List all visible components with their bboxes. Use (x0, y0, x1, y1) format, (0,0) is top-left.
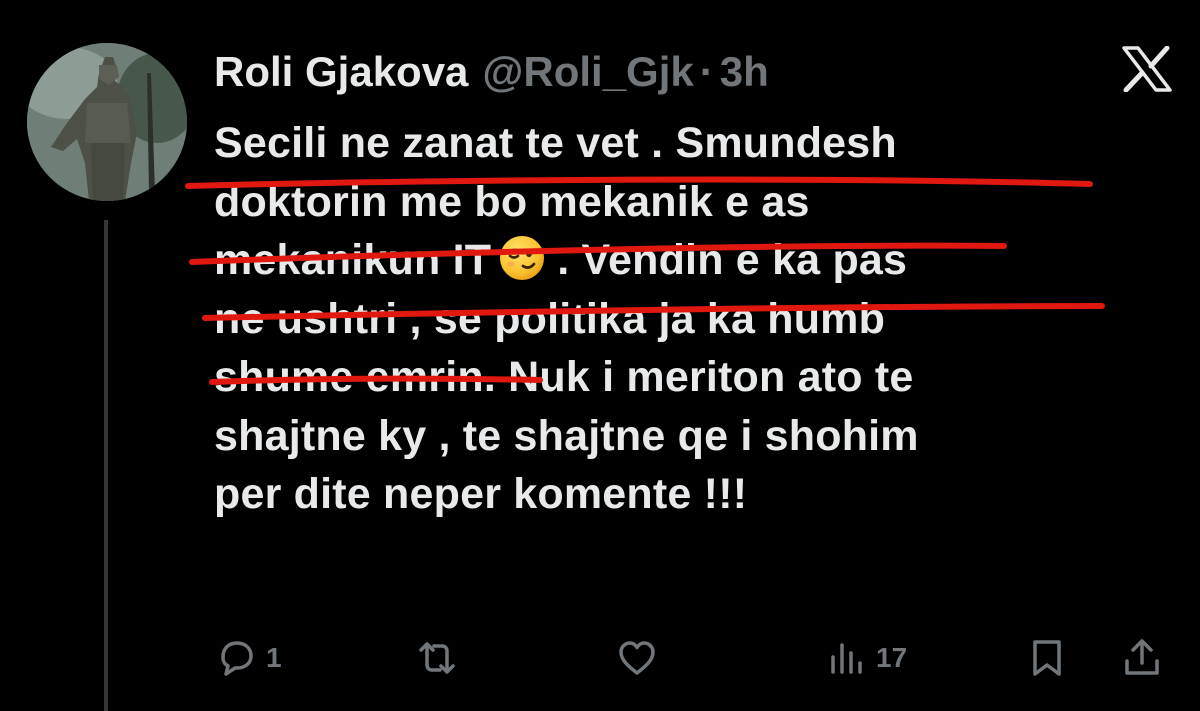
reply-count: 1 (266, 642, 282, 673)
heart-icon (619, 641, 655, 675)
separator-dot: · (699, 48, 714, 95)
tweet-text-line: shume emrin. Nuk i meriton ato te (214, 353, 914, 401)
x-logo-icon[interactable] (1122, 46, 1172, 92)
share-button[interactable] (1119, 630, 1165, 686)
tweet-text-line: doktorin me bo mekanik e as (214, 177, 810, 226)
tweet-actions: 1 17 (214, 630, 1174, 686)
tweet[interactable]: Roli Gjakova @Roli_Gjk · 3h Secili ne za… (0, 0, 1200, 711)
views-icon (831, 643, 862, 674)
tweet-text-line: Secili ne zanat te vet . Smundesh (214, 119, 897, 167)
retweet-icon (419, 642, 455, 674)
bookmark-button[interactable] (1024, 630, 1070, 686)
winking-face-emoji (500, 236, 545, 280)
views-count: 17 (876, 642, 908, 673)
avatar-statue-image (27, 43, 187, 201)
tweet-text-line: mekanikun IT . Vendin e ka pas (214, 231, 1174, 290)
reply-button[interactable]: 1 (214, 630, 282, 686)
tweet-text-line: shajtne ky , te shajtne qe i shohim (214, 411, 919, 460)
tweet-header: Roli Gjakova @Roli_Gjk · 3h (214, 42, 769, 102)
views-button[interactable]: 17 (824, 630, 907, 686)
share-icon (1125, 639, 1159, 675)
avatar[interactable] (27, 43, 187, 201)
thread-line (104, 220, 108, 711)
reply-icon (221, 641, 253, 676)
retweet-button[interactable] (414, 630, 466, 686)
tweet-text-segment: . Vendin e ka pas (557, 236, 908, 284)
user-handle[interactable]: @Roli_Gjk (482, 42, 693, 102)
display-name[interactable]: Roli Gjakova (214, 42, 468, 102)
tweet-text: Secili ne zanat te vet . Smundesh doktor… (214, 114, 1174, 524)
tweet-text-line: ne ushtri , se politika ja ka humb (214, 294, 886, 343)
like-button[interactable] (614, 630, 666, 686)
bookmark-icon (1033, 640, 1061, 676)
timestamp[interactable]: 3h (720, 42, 769, 102)
tweet-text-segment: mekanikun IT (214, 236, 492, 284)
tweet-text-line: per dite neper komente !!! (214, 470, 748, 518)
